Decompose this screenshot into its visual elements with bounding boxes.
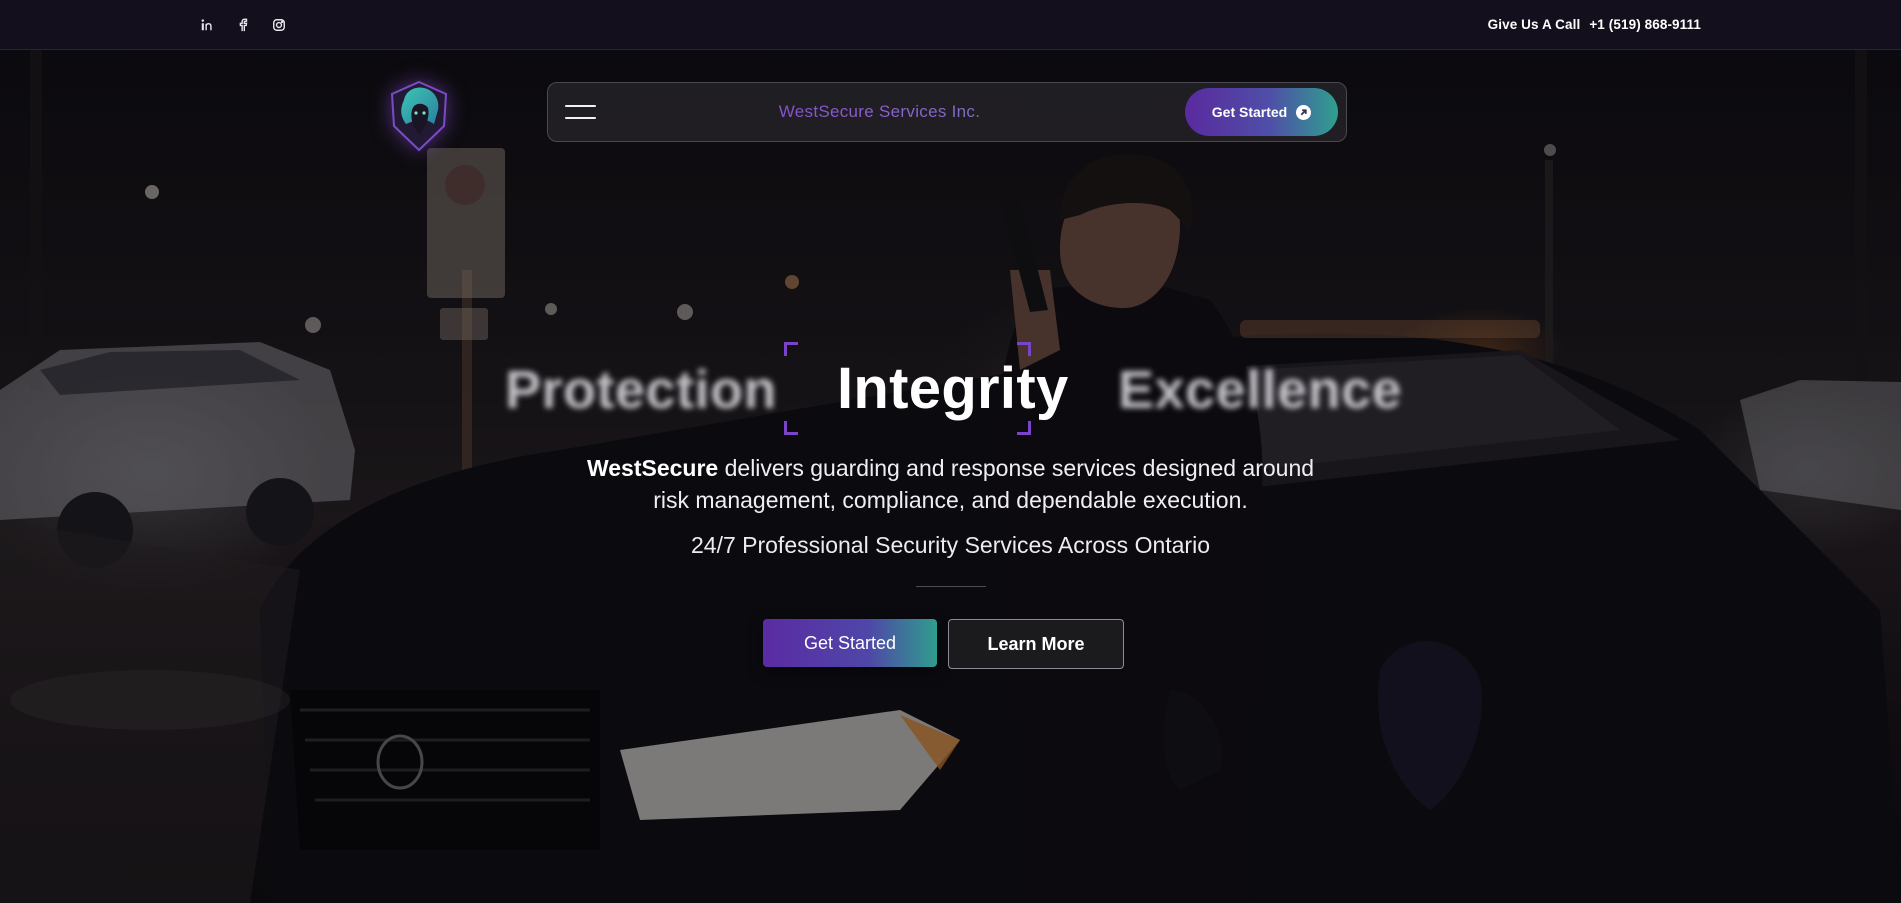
call-info: Give Us A Call +1 (519) 868-9111 <box>1488 17 1701 32</box>
main-navbar: WestSecure Services Inc. Get Started <box>547 82 1347 142</box>
focus-bracket-top-right <box>1017 342 1031 356</box>
hero-description-line2: risk management, compliance, and dependa… <box>653 487 1248 513</box>
hero-get-started-button[interactable]: Get Started <box>763 619 937 667</box>
hero-divider <box>916 586 986 587</box>
headline-word-active: Integrity <box>837 356 1069 421</box>
hero-learn-more-button[interactable]: Learn More <box>948 619 1124 669</box>
headline-word-next: Excellence <box>1118 360 1403 420</box>
facebook-icon[interactable] <box>236 18 250 32</box>
linkedin-icon[interactable] <box>200 18 214 32</box>
hero-tagline: 24/7 Professional Security Services Acro… <box>690 532 1210 558</box>
headline-word-previous: Protection <box>505 360 778 420</box>
top-bar: Give Us A Call +1 (519) 868-9111 <box>0 0 1901 50</box>
brand-name[interactable]: WestSecure Services Inc. <box>574 102 1185 122</box>
social-links <box>200 18 286 32</box>
focus-bracket-top-left <box>784 342 798 356</box>
instagram-icon[interactable] <box>272 18 286 32</box>
hero-description-line1: delivers guarding and response services … <box>724 455 1315 481</box>
arrow-up-right-icon <box>1296 104 1312 120</box>
rotating-headline: Protection Integrity Excellence <box>0 355 1901 435</box>
hero-description-brand: WestSecure <box>586 455 719 481</box>
phone-link[interactable]: +1 (519) 868-9111 <box>1589 17 1701 32</box>
nav-get-started-label: Get Started <box>1211 104 1288 120</box>
hero-description: WestSecure delivers guarding and respons… <box>0 452 1901 516</box>
hero-cta-group: Get Started Learn More <box>763 619 1124 669</box>
lion-logo-icon[interactable] <box>385 78 453 154</box>
call-label: Give Us A Call <box>1487 17 1581 32</box>
nav-get-started-button[interactable]: Get Started <box>1185 88 1338 136</box>
